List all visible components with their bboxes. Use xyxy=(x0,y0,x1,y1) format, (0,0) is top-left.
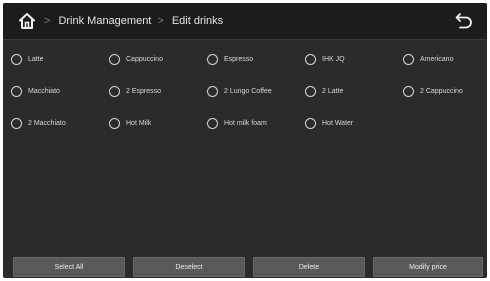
drink-option-latte[interactable]: Latte xyxy=(11,51,109,67)
drink-label: Macchiato xyxy=(28,87,60,95)
drink-option-2-espresso[interactable]: 2 Espresso xyxy=(109,83,207,99)
home-icon[interactable] xyxy=(16,10,38,32)
breadcrumb-drink-management[interactable]: Drink Management xyxy=(58,15,151,27)
drink-label: 2 Latte xyxy=(322,87,344,95)
action-bar: Select All Deselect Delete Modify price xyxy=(3,253,487,278)
drink-label: 2 Cappuccino xyxy=(420,87,463,95)
drink-option-espresso[interactable]: Espresso xyxy=(207,51,305,67)
radio-icon[interactable] xyxy=(305,53,316,65)
modify-price-button[interactable]: Modify price xyxy=(373,257,483,277)
radio-icon[interactable] xyxy=(403,85,414,97)
drink-options-grid: Latte Cappuccino Espresso IHK JQ America… xyxy=(11,51,487,131)
drink-label: 2 Lungo Coffee xyxy=(224,87,272,95)
drink-option-cappuccino[interactable]: Cappuccino xyxy=(109,51,207,67)
breadcrumb-separator: > xyxy=(157,15,164,27)
radio-icon[interactable] xyxy=(207,117,218,129)
drink-option-2-latte[interactable]: 2 Latte xyxy=(305,83,403,99)
drink-label: Hot Milk xyxy=(126,119,152,127)
radio-icon[interactable] xyxy=(11,117,22,129)
drink-option-2-cappuccino[interactable]: 2 Cappuccino xyxy=(403,83,487,99)
drink-option-2-lungo-coffee[interactable]: 2 Lungo Coffee xyxy=(207,83,305,99)
breadcrumb-separator: > xyxy=(44,15,51,27)
drink-label: Latte xyxy=(28,55,44,63)
drink-label: IHK JQ xyxy=(322,55,345,63)
drink-label: Hot Water xyxy=(322,119,354,127)
drink-option-macchiato[interactable]: Macchiato xyxy=(11,83,109,99)
radio-icon[interactable] xyxy=(11,53,22,65)
top-bar: > Drink Management > Edit drinks xyxy=(3,3,487,40)
page-title: Edit drinks xyxy=(171,15,224,27)
back-icon[interactable] xyxy=(453,10,475,32)
drink-option-hot-milk[interactable]: Hot Milk xyxy=(109,115,207,131)
drink-option-ihk-jq[interactable]: IHK JQ xyxy=(305,51,403,67)
radio-icon[interactable] xyxy=(403,53,414,65)
drink-label: Espresso xyxy=(224,55,254,63)
deselect-button[interactable]: Deselect xyxy=(133,257,245,277)
drink-label: Hot milk foam xyxy=(224,119,267,127)
drink-label: 2 Espresso xyxy=(126,87,162,95)
drink-option-hot-water[interactable]: Hot Water xyxy=(305,115,403,131)
delete-button[interactable]: Delete xyxy=(253,257,365,277)
edit-drinks-screen: > Drink Management > Edit drinks Latte C… xyxy=(3,3,487,278)
select-all-button[interactable]: Select All xyxy=(13,257,125,277)
radio-icon[interactable] xyxy=(109,53,120,65)
radio-icon[interactable] xyxy=(305,85,316,97)
drink-label: Cappuccino xyxy=(126,55,163,63)
radio-icon[interactable] xyxy=(109,85,120,97)
drink-option-americano[interactable]: Americano xyxy=(403,51,487,67)
radio-icon[interactable] xyxy=(109,117,120,129)
drink-label: Americano xyxy=(420,55,454,63)
radio-icon[interactable] xyxy=(305,117,316,129)
radio-icon[interactable] xyxy=(207,53,218,65)
radio-icon[interactable] xyxy=(11,85,22,97)
radio-icon[interactable] xyxy=(207,85,218,97)
drink-option-hot-milk-foam[interactable]: Hot milk foam xyxy=(207,115,305,131)
drink-option-2-macchiato[interactable]: 2 Macchiato xyxy=(11,115,109,131)
drink-label: 2 Macchiato xyxy=(28,119,66,127)
